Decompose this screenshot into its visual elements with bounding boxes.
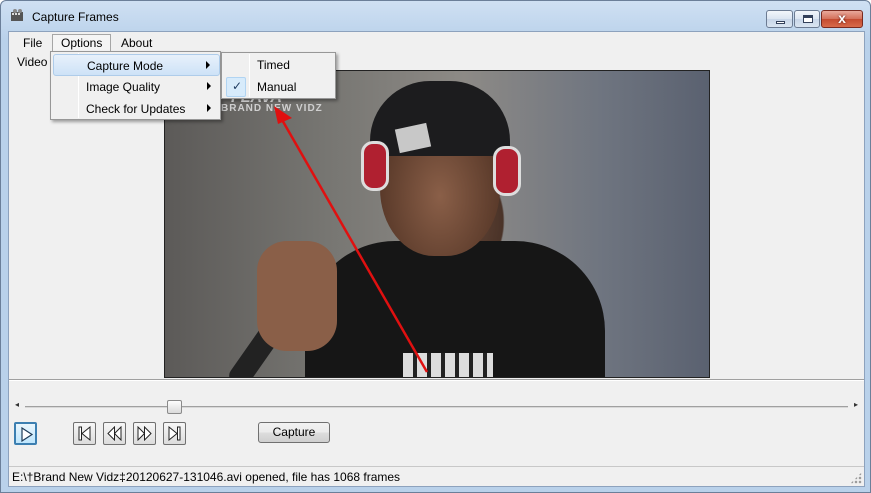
resize-grip-icon[interactable] bbox=[850, 472, 862, 484]
submenu-arrow-icon bbox=[207, 82, 211, 90]
first-frame-button[interactable] bbox=[73, 422, 96, 445]
video-subject-headphone-right bbox=[493, 146, 521, 196]
menu-item-label: Manual bbox=[257, 80, 297, 94]
checked-indicator: ✓ bbox=[226, 77, 246, 97]
video-subject-headphone-left bbox=[361, 141, 389, 191]
close-icon: x bbox=[838, 10, 846, 26]
separator bbox=[9, 379, 864, 381]
video-preview: FLAVA BRAND NEW VIDZ bbox=[164, 70, 710, 378]
menu-file[interactable]: File bbox=[15, 34, 50, 53]
video-subject-hand bbox=[257, 241, 337, 351]
seek-right-arrow-icon[interactable]: ▸ bbox=[854, 400, 858, 409]
menu-item-label: Capture Mode bbox=[87, 59, 164, 73]
capture-mode-submenu: Timed ✓ Manual bbox=[221, 52, 336, 99]
video-group-label: Video bbox=[17, 55, 48, 69]
menu-item-check-for-updates[interactable]: Check for Updates bbox=[53, 98, 220, 120]
menu-item-capture-mode[interactable]: Capture Mode bbox=[53, 54, 220, 76]
menu-item-manual[interactable]: ✓ Manual bbox=[224, 76, 335, 98]
video-subject-beanie bbox=[370, 81, 510, 156]
seek-track[interactable] bbox=[25, 406, 848, 408]
menu-item-label: Check for Updates bbox=[86, 102, 186, 116]
status-bar: E:\†Brand New Vidz‡20120627-131046.avi o… bbox=[9, 466, 864, 486]
title-bar[interactable]: Capture Frames x bbox=[1, 1, 870, 31]
seek-slider[interactable]: ◂ ▸ bbox=[11, 400, 862, 414]
minimize-button[interactable] bbox=[766, 10, 793, 28]
menu-bar: File Options About bbox=[9, 32, 864, 53]
menu-item-label: Image Quality bbox=[86, 80, 161, 94]
play-button[interactable] bbox=[14, 422, 37, 445]
checkmark-icon: ✓ bbox=[232, 79, 243, 93]
menu-item-image-quality[interactable]: Image Quality bbox=[53, 76, 220, 98]
seek-thumb[interactable] bbox=[167, 400, 182, 414]
menu-item-label: Timed bbox=[257, 58, 290, 72]
menu-item-timed[interactable]: Timed bbox=[224, 54, 335, 76]
status-text: E:\†Brand New Vidz‡20120627-131046.avi o… bbox=[12, 470, 401, 484]
window-title: Capture Frames bbox=[32, 10, 119, 24]
maximize-icon bbox=[803, 15, 813, 23]
fast-forward-button[interactable] bbox=[133, 422, 156, 445]
capture-button[interactable]: Capture bbox=[258, 422, 330, 443]
minimize-icon bbox=[776, 21, 785, 24]
rewind-button[interactable] bbox=[103, 422, 126, 445]
last-frame-button[interactable] bbox=[163, 422, 186, 445]
film-icon bbox=[10, 9, 26, 23]
submenu-arrow-icon bbox=[207, 104, 211, 112]
close-button[interactable]: x bbox=[821, 10, 863, 28]
video-subject-print bbox=[403, 353, 493, 377]
submenu-arrow-icon bbox=[206, 61, 210, 69]
maximize-button[interactable] bbox=[794, 10, 820, 28]
options-dropdown-menu: Capture Mode Image Quality Check for Upd… bbox=[50, 51, 221, 120]
seek-left-arrow-icon[interactable]: ◂ bbox=[15, 400, 19, 409]
video-watermark-text: BRAND NEW VIDZ bbox=[221, 103, 323, 114]
